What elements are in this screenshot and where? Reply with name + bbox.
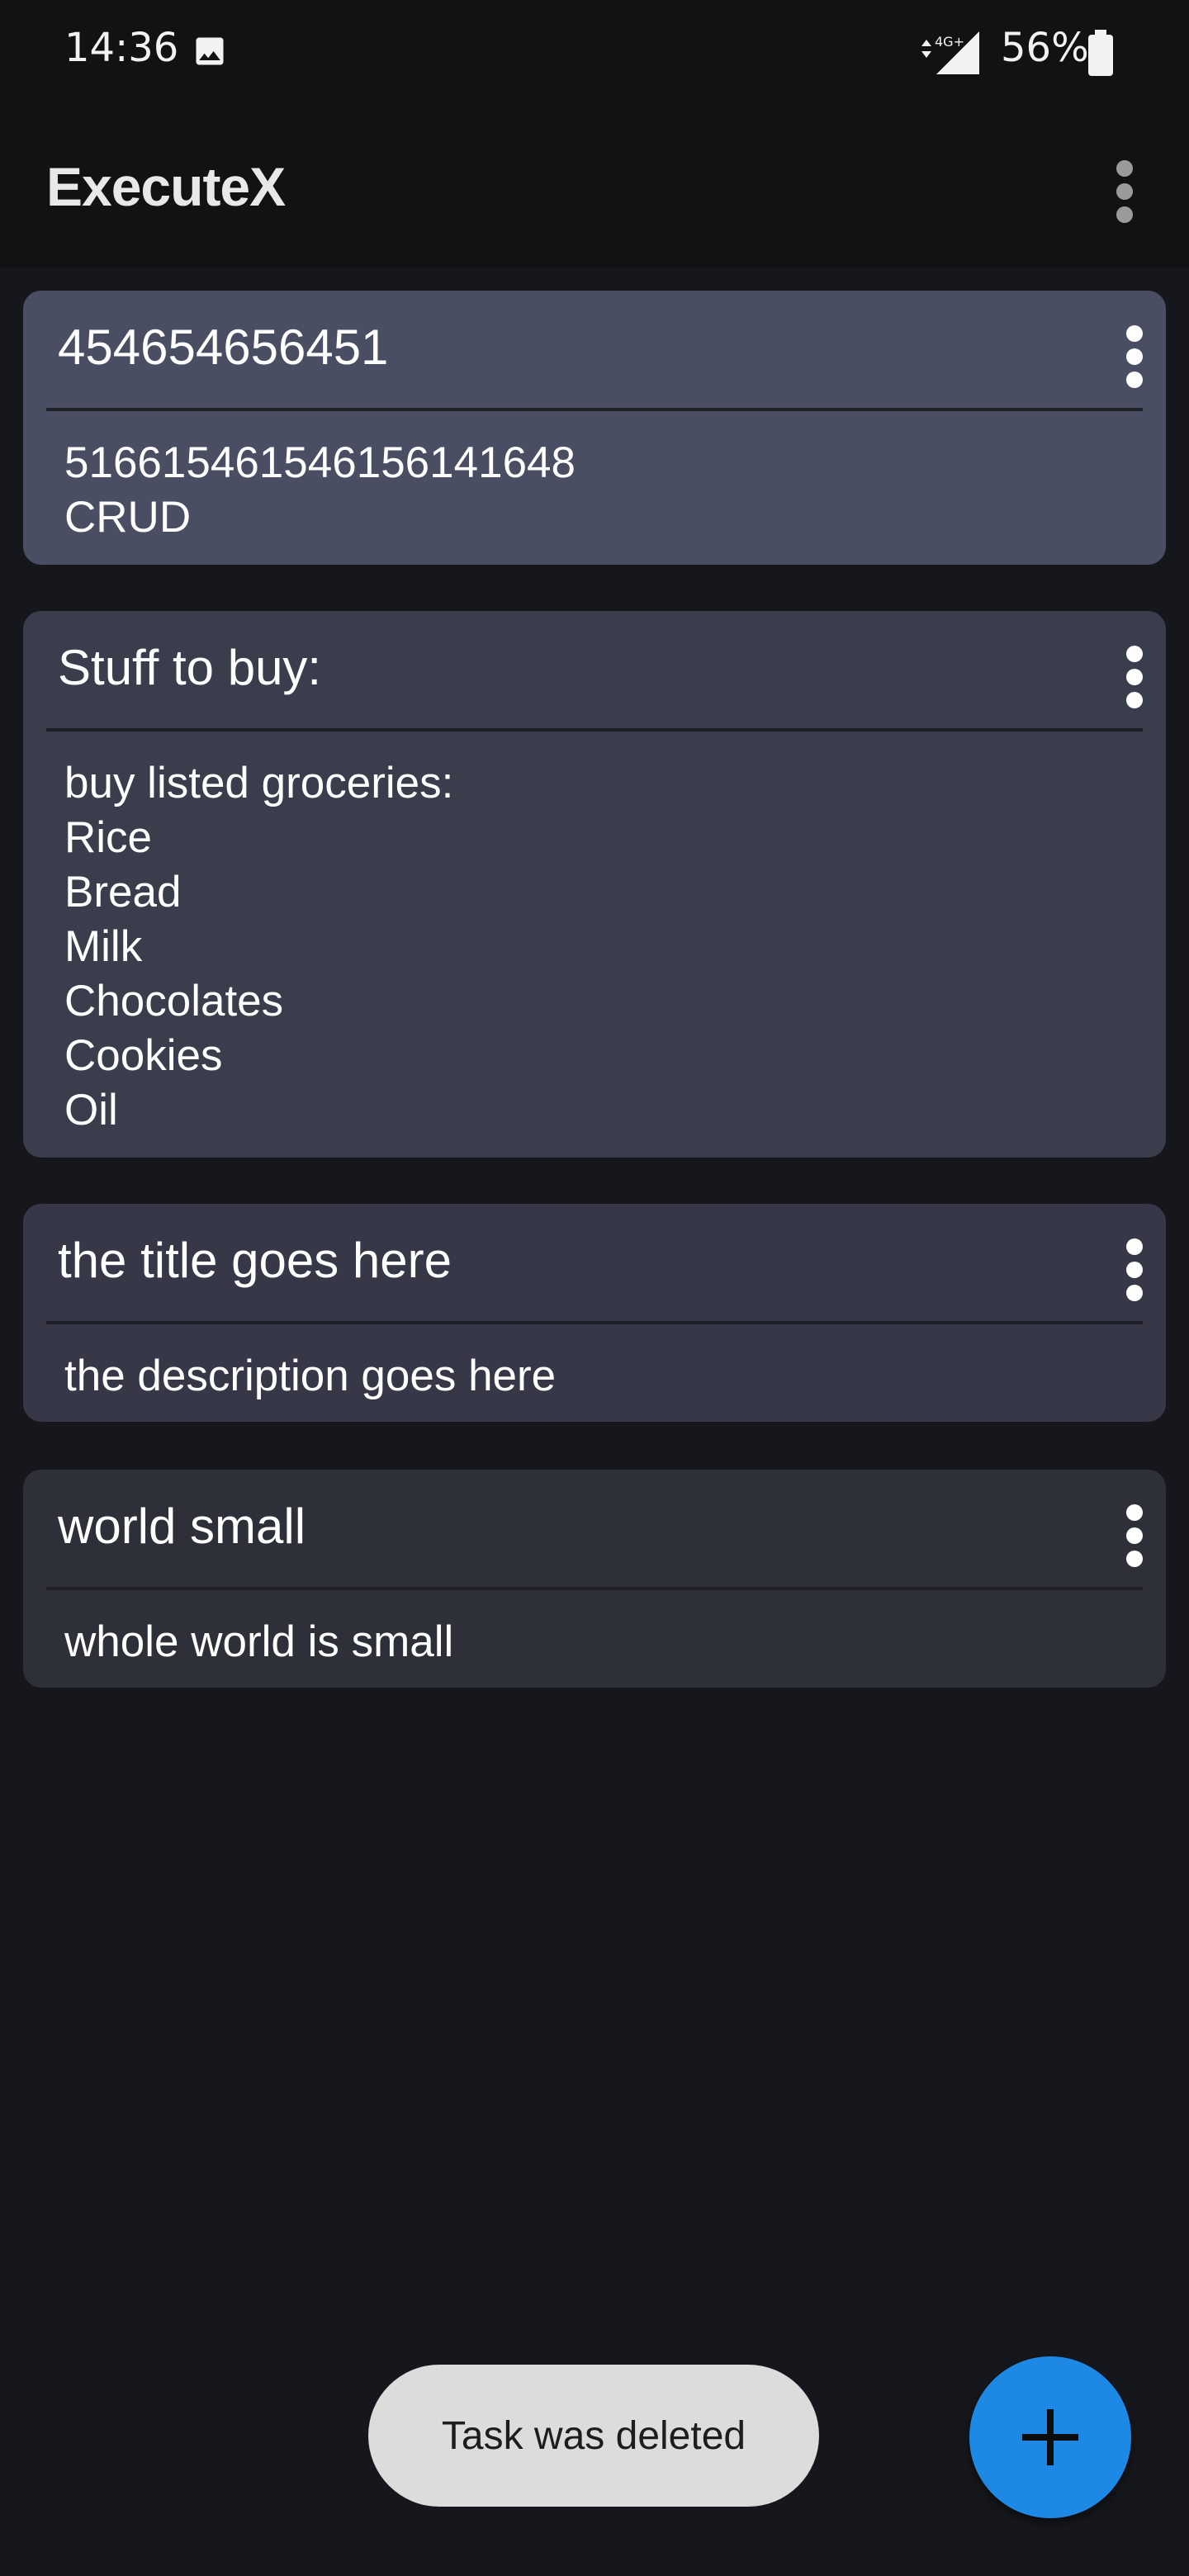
more-vert-icon[interactable] bbox=[1118, 644, 1151, 710]
snackbar-message: Task was deleted bbox=[441, 2413, 746, 2458]
task-description: the description goes here bbox=[64, 1352, 557, 1400]
task-title: 454654656451 bbox=[58, 320, 389, 375]
card-divider bbox=[46, 408, 1143, 411]
card-divider bbox=[46, 728, 1143, 732]
app-title: ExecuteX bbox=[46, 156, 286, 217]
task-description: buy listed groceries: Rice Bread Milk Ch… bbox=[64, 759, 454, 1134]
task-card[interactable]: world small whole world is small bbox=[23, 1470, 1166, 1688]
card-divider bbox=[46, 1587, 1143, 1590]
add-task-button[interactable] bbox=[969, 2356, 1131, 2518]
task-title: Stuff to buy: bbox=[58, 640, 322, 695]
task-description: 5166154615461561416​48 CRUD bbox=[64, 438, 576, 542]
card-divider bbox=[46, 1321, 1143, 1324]
more-vert-icon[interactable] bbox=[1118, 1237, 1151, 1303]
battery-percent: 56% bbox=[1001, 25, 1089, 71]
more-vert-icon[interactable] bbox=[1118, 324, 1151, 390]
add-icon bbox=[1022, 2409, 1078, 2465]
task-card[interactable]: the title goes here the description goes… bbox=[23, 1204, 1166, 1422]
more-vert-icon[interactable] bbox=[1106, 159, 1143, 225]
task-title: world small bbox=[58, 1499, 306, 1554]
status-bar: 14:36 4G+ 56% bbox=[0, 0, 1189, 106]
task-card[interactable]: Stuff to buy: buy listed groceries: Rice… bbox=[23, 611, 1166, 1158]
signal-icon: 4G+ bbox=[921, 31, 979, 74]
status-time: 14:36 bbox=[64, 25, 179, 71]
battery-icon bbox=[1088, 30, 1113, 76]
task-card[interactable]: 454654656451 5166154615461561416​48 CRUD bbox=[23, 291, 1166, 565]
task-description: whole world is small bbox=[64, 1617, 454, 1666]
task-title: the title goes here bbox=[58, 1233, 452, 1288]
network-label: 4G+ bbox=[935, 34, 964, 50]
app-bar: ExecuteX bbox=[0, 106, 1189, 268]
snackbar: Task was deleted bbox=[368, 2365, 819, 2507]
more-vert-icon[interactable] bbox=[1118, 1503, 1151, 1569]
image-icon bbox=[196, 37, 224, 65]
